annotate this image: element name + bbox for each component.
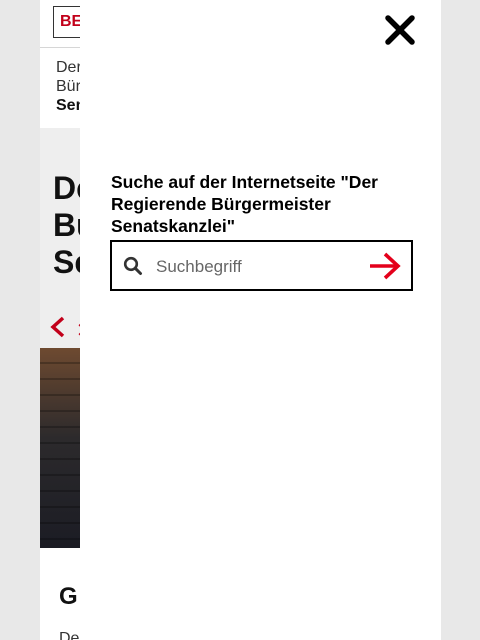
section-heading: G bbox=[59, 583, 78, 610]
close-icon[interactable] bbox=[384, 14, 416, 46]
search-title: Suche auf der Internetseite "Der Regiere… bbox=[111, 172, 378, 236]
search-icon bbox=[123, 256, 142, 275]
arrow-right-icon[interactable] bbox=[368, 250, 402, 282]
search-form bbox=[110, 240, 413, 291]
search-input[interactable] bbox=[154, 250, 358, 283]
search-overlay: Suche auf der Internetseite "Der Regiere… bbox=[80, 0, 441, 640]
section-text: De bbox=[59, 630, 80, 640]
chevron-left-icon[interactable] bbox=[48, 316, 70, 338]
